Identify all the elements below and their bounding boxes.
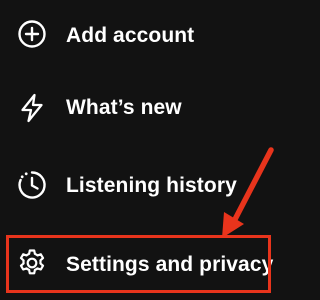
plus-circle-icon — [16, 18, 48, 50]
menu-item-settings-and-privacy[interactable]: Settings and privacy — [0, 233, 289, 293]
menu-item-add-account[interactable]: Add account — [0, 3, 289, 63]
menu-item-label: Settings and privacy — [66, 253, 274, 276]
history-clock-icon — [16, 169, 48, 201]
account-menu: Add account What’s new Listening history — [0, 0, 289, 300]
menu-item-label: What’s new — [66, 96, 182, 119]
menu-item-listening-history[interactable]: Listening history — [0, 155, 289, 215]
gear-icon — [16, 247, 48, 279]
menu-item-whats-new[interactable]: What’s new — [0, 78, 289, 138]
menu-item-label: Add account — [66, 24, 195, 47]
menu-item-label: Listening history — [66, 174, 237, 197]
lightning-bolt-icon — [16, 92, 48, 124]
